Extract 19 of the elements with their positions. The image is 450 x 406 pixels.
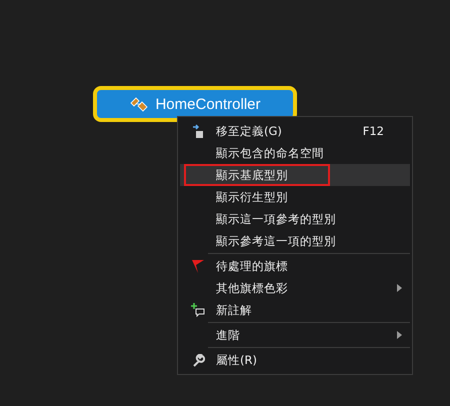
menu-item[interactable]: 其他旗標色彩 [180,277,410,299]
menu-item[interactable]: 新註解 [180,299,410,321]
menu-item[interactable]: 屬性(R) [180,349,410,371]
menu-item[interactable]: 顯示基底型別 [180,164,410,186]
menu-item[interactable]: 待處理的旗標 [180,255,410,277]
wrench-icon [192,354,204,366]
shortcut-text: F12 [362,124,384,138]
add-comment-icon [191,303,205,317]
menu-item[interactable]: 移至定義(G) F12 [180,120,410,142]
go-to-definition-icon [192,124,204,138]
menu-item[interactable]: 顯示這一項參考的型別 [180,208,410,230]
menu-item[interactable]: 顯示包含的命名空間 [180,142,410,164]
class-icon [129,95,150,113]
flag-icon [191,259,205,273]
menu-item[interactable]: 顯示衍生型別 [180,186,410,208]
class-node[interactable]: HomeController [93,86,297,122]
class-title: HomeController [155,96,261,112]
menu-item[interactable]: 顯示參考這一項的型別 [180,230,410,252]
menu-item[interactable]: 進階 [180,324,410,346]
